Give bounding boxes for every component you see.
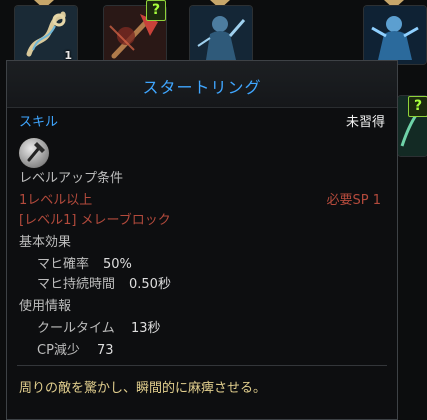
skill-window: 1 ? ? スタートリング スキル 未習得 レベルアップ条件 1レベル以上 必要… <box>0 0 427 420</box>
armored-warrior-icon <box>190 6 252 64</box>
skill-description: 周りの敵を驚かし、瞬間的に麻痺させる。 <box>19 381 267 396</box>
usage-label: CP減少 <box>37 343 80 358</box>
effect-value: 0.50秒 <box>129 277 171 292</box>
effect-label: マヒ持続時間 <box>37 277 116 292</box>
learn-status: 未習得 <box>345 115 385 130</box>
hammer-icon <box>19 138 49 168</box>
prerequisite-skill: [レベル1] メレーブロック <box>19 213 171 228</box>
basic-effect-header: 基本効果 <box>19 235 72 250</box>
usage-value: 73 <box>97 343 114 358</box>
tooltip-header: スタートリング <box>7 61 397 108</box>
category-label: スキル <box>19 115 59 130</box>
skill-title: スタートリング <box>142 78 262 97</box>
level-up-header: レベルアップ条件 <box>19 171 124 186</box>
effect-value: 50% <box>103 257 132 272</box>
usage-header: 使用情報 <box>19 299 72 314</box>
required-sp: 必要SP 1 <box>326 193 382 208</box>
skill-slot-1[interactable]: 1 <box>15 6 77 64</box>
quest-badge-partial: ? <box>408 96 427 117</box>
level-requirement: 1レベル以上 <box>19 193 93 208</box>
tooltip-divider <box>17 365 387 366</box>
blue-warrior-icon <box>364 6 426 64</box>
skill-tooltip: スタートリング スキル 未習得 レベルアップ条件 1レベル以上 必要SP 1 [… <box>6 60 398 420</box>
quest-badge: ? <box>146 0 166 21</box>
skill-slot-3[interactable] <box>190 6 252 64</box>
skill-slot-4[interactable] <box>364 6 426 64</box>
usage-value: 13秒 <box>131 321 161 336</box>
usage-label: クールタイム <box>37 321 115 336</box>
effect-label: マヒ確率 <box>37 257 90 272</box>
